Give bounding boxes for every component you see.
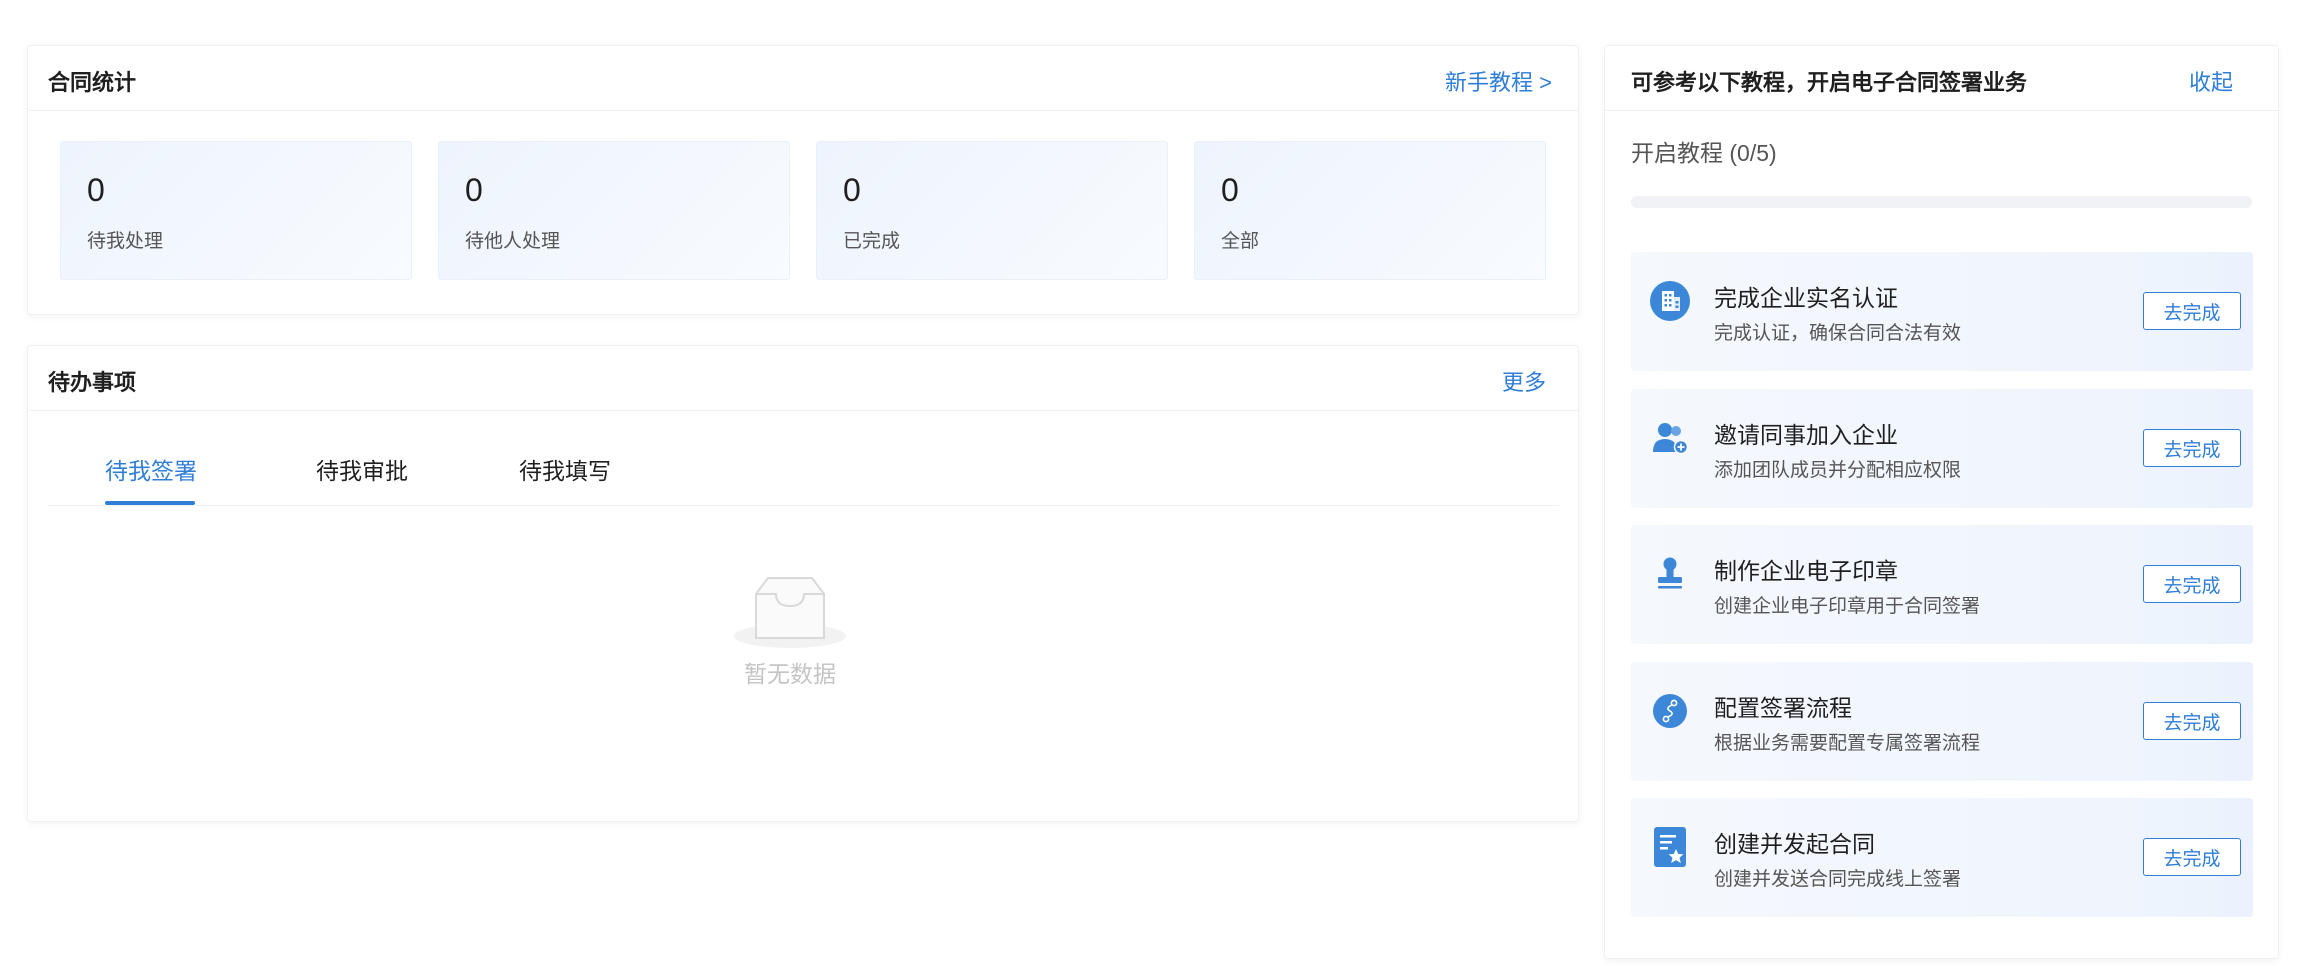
building-icon	[1650, 281, 1690, 321]
stat-value: 0	[87, 172, 105, 208]
task-verify-enterprise: 完成企业实名认证 完成认证，确保合同合法有效 去完成	[1631, 252, 2253, 371]
contract-stats-header: 合同统计 新手教程 >	[28, 46, 1578, 111]
task-create-contract: 创建并发起合同 创建并发送合同完成线上签署 去完成	[1631, 798, 2253, 917]
task-complete-button[interactable]: 去完成	[2143, 292, 2241, 330]
stat-value: 0	[1221, 172, 1239, 208]
workflow-icon	[1653, 694, 1687, 728]
task-title: 配置签署流程	[1714, 695, 1852, 721]
task-desc: 添加团队成员并分配相应权限	[1714, 460, 1962, 481]
stat-label: 待我处理	[87, 231, 164, 252]
stamp-icon	[1658, 557, 1682, 589]
task-complete-button[interactable]: 去完成	[2143, 702, 2241, 740]
more-link[interactable]: 更多	[1502, 365, 1546, 397]
active-tab-indicator	[105, 501, 195, 505]
task-complete-button[interactable]: 去完成	[2143, 429, 2241, 467]
task-configure-workflow: 配置签署流程 根据业务需要配置专属签署流程 去完成	[1631, 662, 2253, 781]
beginner-tutorial-link[interactable]: 新手教程 >	[1445, 65, 1552, 97]
empty-state-text: 暂无数据	[744, 661, 836, 687]
task-complete-button[interactable]: 去完成	[2143, 565, 2241, 603]
stat-pending-me[interactable]: 0 待我处理	[60, 141, 412, 280]
stat-value: 0	[465, 172, 483, 208]
tab-to-sign[interactable]: 待我签署	[105, 452, 197, 486]
tutorial-card: 可参考以下教程，开启电子合同签署业务 收起 开启教程 (0/5) 完成企业实名认…	[1604, 45, 2279, 959]
contract-stats-card: 合同统计 新手教程 > 0 待我处理 0 待他人处理 0 已完成 0 全部	[27, 45, 1579, 315]
task-title: 完成企业实名认证	[1714, 285, 1898, 311]
tutorial-progress-label: 开启教程 (0/5)	[1631, 140, 1777, 166]
stat-label: 全部	[1221, 231, 1260, 252]
task-desc: 创建并发送合同完成线上签署	[1714, 869, 1962, 890]
task-title: 制作企业电子印章	[1714, 558, 1898, 584]
collapse-link[interactable]: 收起	[2189, 65, 2233, 97]
stat-value: 0	[843, 172, 861, 208]
task-desc: 创建企业电子印章用于合同签署	[1714, 596, 1981, 617]
tutorial-header: 可参考以下教程，开启电子合同签署业务 收起	[1605, 46, 2278, 111]
empty-inbox-icon	[734, 577, 846, 648]
tab-to-fill[interactable]: 待我填写	[519, 452, 611, 486]
task-title: 邀请同事加入企业	[1714, 422, 1898, 448]
users-add-icon	[1653, 423, 1689, 455]
contract-star-icon	[1654, 827, 1686, 867]
todo-tabs: 待我签署 待我审批 待我填写	[48, 410, 1558, 506]
task-desc: 根据业务需要配置专属签署流程	[1714, 733, 1981, 754]
todo-header: 待办事项 更多	[28, 346, 1578, 411]
stat-completed[interactable]: 0 已完成	[816, 141, 1168, 280]
task-title: 创建并发起合同	[1714, 831, 1875, 857]
stat-label: 待他人处理	[465, 231, 561, 252]
contract-stats-title: 合同统计	[48, 70, 137, 95]
task-desc: 完成认证，确保合同合法有效	[1714, 323, 1962, 344]
todo-title: 待办事项	[48, 370, 137, 395]
stat-label: 已完成	[843, 231, 901, 252]
task-complete-button[interactable]: 去完成	[2143, 838, 2241, 876]
task-invite-colleagues: 邀请同事加入企业 添加团队成员并分配相应权限 去完成	[1631, 389, 2253, 508]
tutorial-progress-bar	[1631, 196, 2252, 208]
task-create-seal: 制作企业电子印章 创建企业电子印章用于合同签署 去完成	[1631, 525, 2253, 644]
stat-all[interactable]: 0 全部	[1194, 141, 1546, 280]
tutorial-title: 可参考以下教程，开启电子合同签署业务	[1631, 70, 2028, 95]
tab-to-approve[interactable]: 待我审批	[316, 452, 408, 486]
stat-pending-others[interactable]: 0 待他人处理	[438, 141, 790, 280]
